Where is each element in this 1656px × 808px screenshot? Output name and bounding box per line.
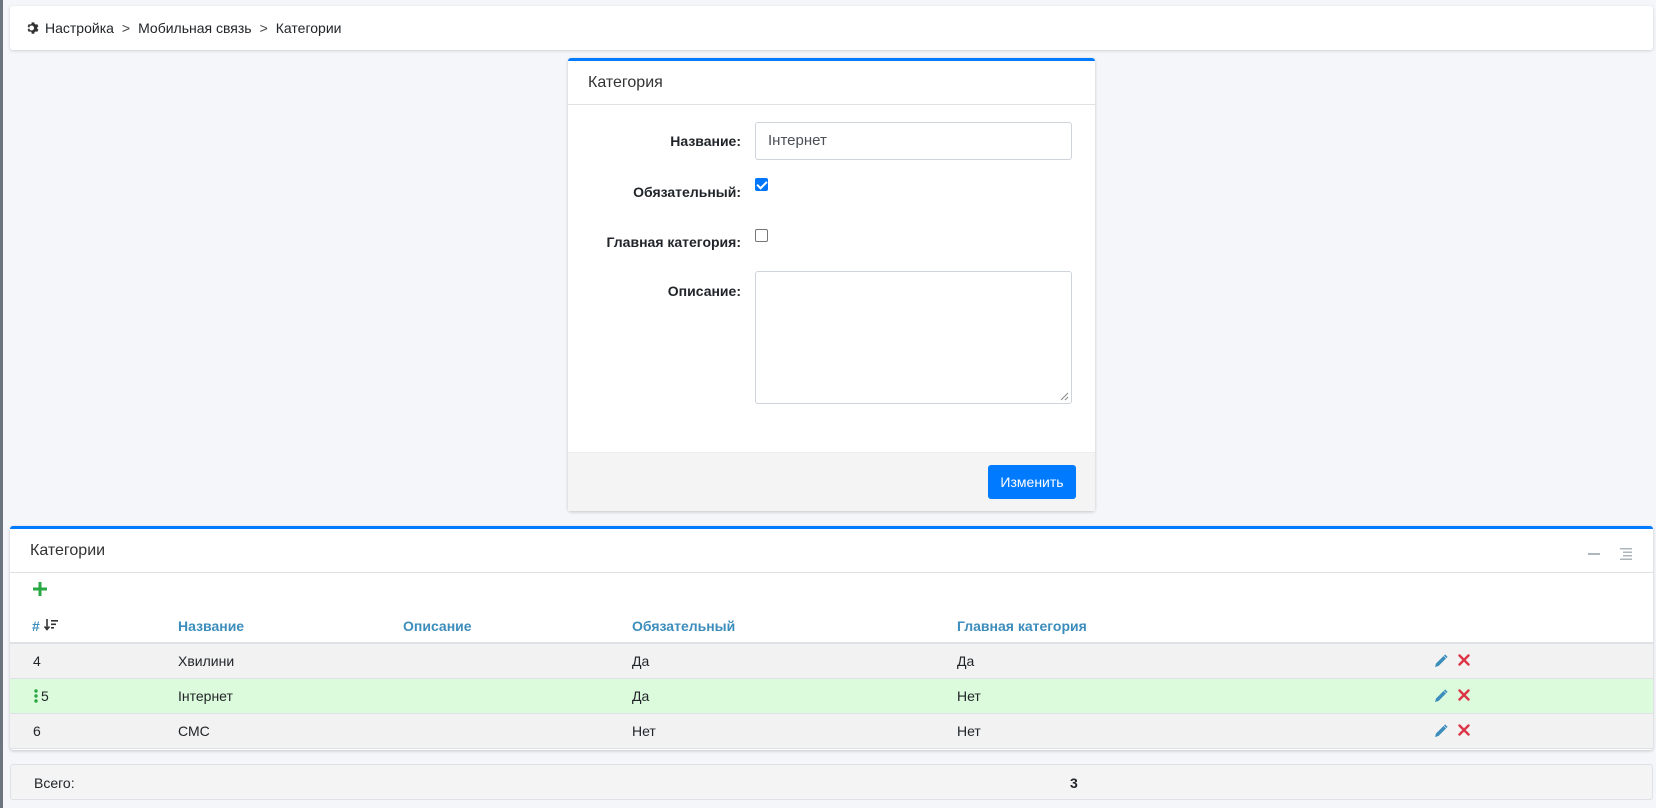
name-label: Название: <box>670 133 741 149</box>
column-header-name[interactable]: Название <box>178 618 244 634</box>
column-header-main[interactable]: Главная категория <box>957 618 1087 634</box>
cell-id: 6 <box>33 723 41 739</box>
total-label: Всего: <box>34 775 75 791</box>
cell-required: Да <box>632 688 650 704</box>
table-row[interactable]: 4 Хвилини Да Да <box>10 644 1653 679</box>
collapse-icon[interactable] <box>1587 547 1601 561</box>
pencil-icon[interactable] <box>1434 654 1448 668</box>
cell-required: Да <box>632 653 650 669</box>
breadcrumb-item-mobile[interactable]: Мобильная связь <box>138 20 251 36</box>
cell-main: Нет <box>957 688 981 704</box>
cell-id: 4 <box>33 653 41 669</box>
main-category-checkbox[interactable] <box>755 229 768 242</box>
breadcrumb: Настройка > Мобильная связь > Категории <box>10 6 1653 50</box>
table-footer: Всего: 3 <box>10 764 1653 800</box>
table-card-title: Категории <box>10 529 1653 573</box>
pencil-icon[interactable] <box>1434 724 1448 738</box>
required-label: Обязательный: <box>633 184 741 200</box>
cell-name: СМС <box>178 723 210 739</box>
cell-id: 5 <box>41 688 49 704</box>
breadcrumb-separator: > <box>121 20 131 36</box>
add-icon[interactable] <box>32 581 48 597</box>
delete-icon[interactable] <box>1458 654 1470 666</box>
submit-button[interactable]: Изменить <box>988 465 1076 499</box>
table-row[interactable]: 6 СМС Нет Нет <box>10 714 1653 749</box>
breadcrumb-item-categories: Категории <box>275 20 342 36</box>
sort-desc-icon[interactable] <box>43 619 58 632</box>
column-header-required[interactable]: Обязательный <box>632 618 735 634</box>
description-textarea[interactable] <box>755 271 1072 404</box>
card-tools <box>1587 547 1633 561</box>
required-checkbox[interactable] <box>755 178 768 191</box>
category-form-card: Категория Название: Інтернет Обязательны… <box>568 58 1095 511</box>
total-value: 3 <box>1070 775 1078 791</box>
categories-table-card: Категории # Название Описание Обязательн <box>10 526 1653 750</box>
breadcrumb-item-settings[interactable]: Настройка <box>45 20 114 36</box>
form-footer: Изменить <box>568 452 1095 511</box>
column-header-description[interactable]: Описание <box>403 618 472 634</box>
align-left-icon[interactable] <box>1619 547 1633 561</box>
table-row-selected[interactable]: 5 Інтернет Да Нет <box>10 679 1653 714</box>
column-header-id[interactable]: # <box>32 618 58 634</box>
breadcrumb-separator: > <box>259 20 268 36</box>
window-edge <box>0 0 3 808</box>
resize-grip-icon[interactable] <box>1060 392 1069 401</box>
cell-name: Інтернет <box>178 688 233 704</box>
delete-icon[interactable] <box>1458 724 1470 736</box>
cell-required: Нет <box>632 723 656 739</box>
cell-main: Нет <box>957 723 981 739</box>
drag-handle-icon[interactable] <box>34 689 38 703</box>
delete-icon[interactable] <box>1458 689 1470 701</box>
pencil-icon[interactable] <box>1434 689 1448 703</box>
cell-main: Да <box>957 653 975 669</box>
name-input[interactable]: Інтернет <box>755 122 1072 160</box>
description-label: Описание: <box>667 283 741 299</box>
table-header: # Название Описание Обязательный Главная… <box>10 609 1653 644</box>
cell-name: Хвилини <box>178 653 235 669</box>
gear-icon <box>27 22 39 34</box>
form-card-title: Категория <box>568 61 1095 105</box>
main-category-label: Главная категория: <box>606 234 741 250</box>
